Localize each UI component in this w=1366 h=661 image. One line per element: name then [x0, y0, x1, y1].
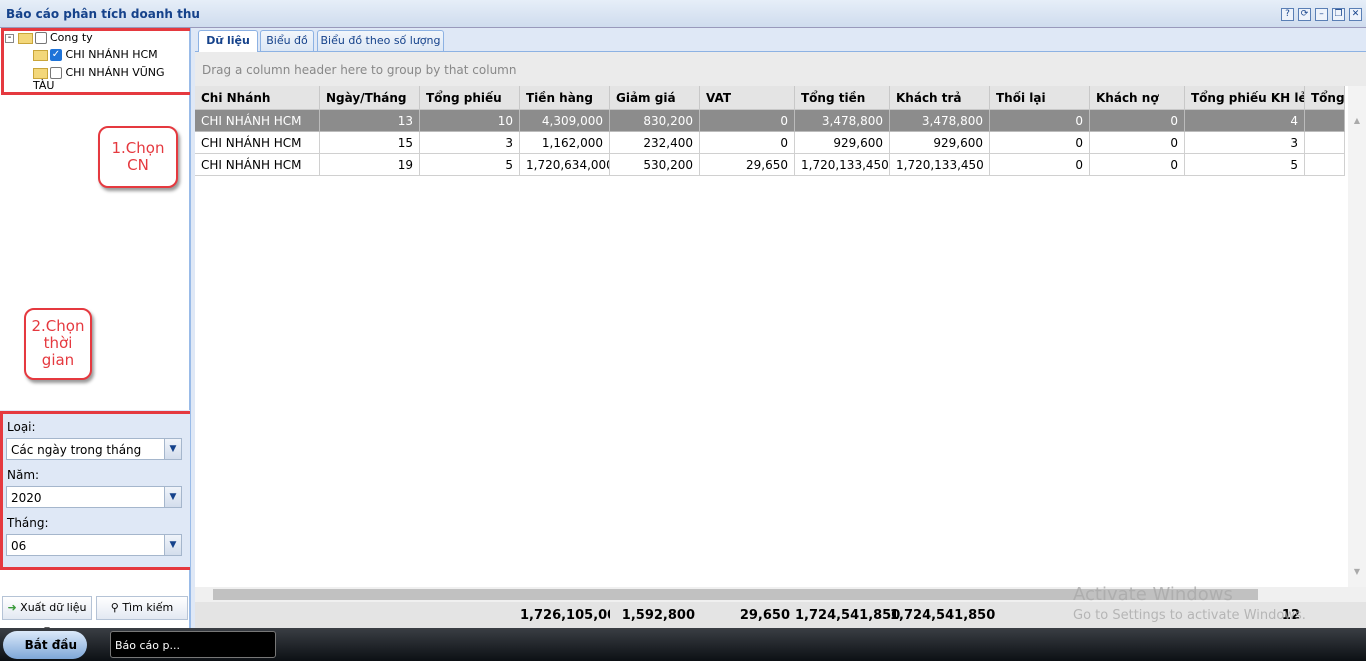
total-tien-hang: 1,726,105,000 — [520, 608, 610, 623]
table-cell: 530,200 — [610, 154, 700, 176]
tab-data[interactable]: Dữ liệu — [198, 30, 258, 53]
table-cell: 1,720,634,000 — [520, 154, 610, 176]
table-cell: 232,400 — [610, 132, 700, 154]
table-cell: CHI NHÁNH HCM — [195, 132, 320, 154]
table-cell: 3 — [1185, 132, 1305, 154]
table-cell: 0 — [1090, 132, 1185, 154]
column-header[interactable]: Tổng phiếu — [420, 86, 520, 110]
export-button[interactable]: ➜ Xuất dữ liệu ▾ — [2, 596, 92, 636]
window-title: Báo cáo phân tích doanh thu — [6, 7, 200, 21]
restore-button[interactable]: ❐ — [1332, 8, 1345, 21]
table-cell: 19 — [320, 154, 420, 176]
callout-step1: 1.Chọn CN — [98, 126, 178, 188]
column-header[interactable]: Thối lại — [990, 86, 1090, 110]
callout-step2: 2.Chọn thời gian — [24, 308, 92, 380]
table-cell: 5 — [1185, 154, 1305, 176]
table-cell: 830,200 — [610, 110, 700, 132]
column-header[interactable]: Chi Nhánh — [195, 86, 320, 110]
column-header[interactable]: Giảm giá — [610, 86, 700, 110]
highlight-time — [0, 411, 196, 570]
total-tong-tien: 1,724,541,850 — [795, 608, 901, 623]
main-panel: Dữ liệu Biểu đồ Biểu đồ theo số lượng Dr… — [195, 28, 1366, 628]
start-button[interactable]: Bắt đầu — [3, 631, 87, 659]
total-giam-gia: 1,592,800 — [621, 608, 695, 623]
group-by-panel[interactable]: Drag a column header here to group by th… — [195, 52, 1366, 86]
column-header[interactable]: Tổng phiếu KH lẻ — [1185, 86, 1305, 110]
column-header[interactable]: Khách nợ — [1090, 86, 1185, 110]
column-header[interactable]: Tổng tiền — [795, 86, 890, 110]
table-cell: 1,162,000 — [520, 132, 610, 154]
table-cell: 5 — [420, 154, 520, 176]
export-label: Xuất dữ liệu — [20, 601, 87, 614]
table-row[interactable]: CHI NHÁNH HCM 13 10 4,309,000 830,200 0 3,478,… — [195, 110, 1345, 132]
table-cell: 0 — [990, 110, 1090, 132]
tab-strip: Dữ liệu Biểu đồ Biểu đồ theo số lượng — [195, 28, 1366, 53]
activation-watermark-sub: Go to Settings to activate Windows. — [1073, 608, 1306, 623]
refresh-button[interactable]: ⟳ — [1298, 8, 1311, 21]
table-row[interactable]: CHI NHÁNH HCM 15 3 1,162,000 232,400 0 929,600… — [195, 132, 1345, 154]
help-button[interactable]: ? — [1281, 8, 1294, 21]
table-cell: 4 — [1185, 110, 1305, 132]
taskbar-item[interactable]: Báo cáo p... — [110, 631, 276, 658]
export-icon: ➜ — [7, 601, 17, 614]
table-cell: 1,720,133,450 — [890, 154, 990, 176]
tab-chart[interactable]: Biểu đồ — [260, 30, 314, 51]
highlight-branch — [1, 28, 194, 95]
table-cell: CHI NHÁNH HCM — [195, 154, 320, 176]
total-vat: 29,650 — [739, 608, 790, 623]
total-khach-tra: 1,724,541,850 — [890, 608, 996, 623]
table-cell: 3 — [420, 132, 520, 154]
table-cell: 929,600 — [890, 132, 990, 154]
table-cell: 3,478,800 — [795, 110, 890, 132]
window-title-bar: Báo cáo phân tích doanh thu ? ⟳ – ❐ ✕ — [0, 0, 1366, 28]
minimize-button[interactable]: – — [1315, 8, 1328, 21]
table-cell: 0 — [990, 154, 1090, 176]
search-button[interactable]: ⚲ Tìm kiếm — [96, 596, 188, 620]
taskbar: Bắt đầu Báo cáo p... — [0, 628, 1366, 661]
table-cell: 3,478,800 — [890, 110, 990, 132]
column-header[interactable]: Tiền hàng — [520, 86, 610, 110]
table-cell: 10 — [420, 110, 520, 132]
table-cell: 15 — [320, 132, 420, 154]
table-cell: 0 — [700, 110, 795, 132]
table-cell: 4,309,000 — [520, 110, 610, 132]
column-header[interactable]: VAT — [700, 86, 795, 110]
table-cell: CHI NHÁNH HCM — [195, 110, 320, 132]
table-header[interactable]: Chi Nhánh Ngày/Tháng Tổng phiếu Tiền hàng Gi… — [195, 86, 1345, 110]
table-cell: 0 — [1090, 154, 1185, 176]
table-cell — [1305, 110, 1345, 132]
table-cell: 0 — [1090, 110, 1185, 132]
column-header[interactable]: Tổng p — [1305, 86, 1345, 110]
table-cell: 0 — [700, 132, 795, 154]
table-cell: 29,650 — [700, 154, 795, 176]
column-header[interactable]: Ngày/Tháng — [320, 86, 420, 110]
table-cell: 13 — [320, 110, 420, 132]
vertical-scrollbar[interactable]: ▲ ▼ — [1348, 86, 1366, 615]
binoculars-icon: ⚲ — [110, 601, 119, 614]
search-label: Tìm kiếm — [122, 601, 174, 614]
table-cell — [1305, 154, 1345, 176]
table-cell — [1305, 132, 1345, 154]
table-cell: 0 — [990, 132, 1090, 154]
table-cell: 1,720,133,450 — [795, 154, 890, 176]
tab-chart-quantity[interactable]: Biểu đồ theo số lượng — [317, 30, 444, 51]
column-header[interactable]: Khách trả — [890, 86, 990, 110]
activation-watermark: Activate Windows — [1073, 584, 1233, 605]
table-row[interactable]: CHI NHÁNH HCM 19 5 1,720,634,000 530,200 29,6… — [195, 154, 1345, 176]
splitter[interactable] — [190, 28, 195, 628]
close-button[interactable]: ✕ — [1349, 8, 1362, 21]
table-cell: 929,600 — [795, 132, 890, 154]
